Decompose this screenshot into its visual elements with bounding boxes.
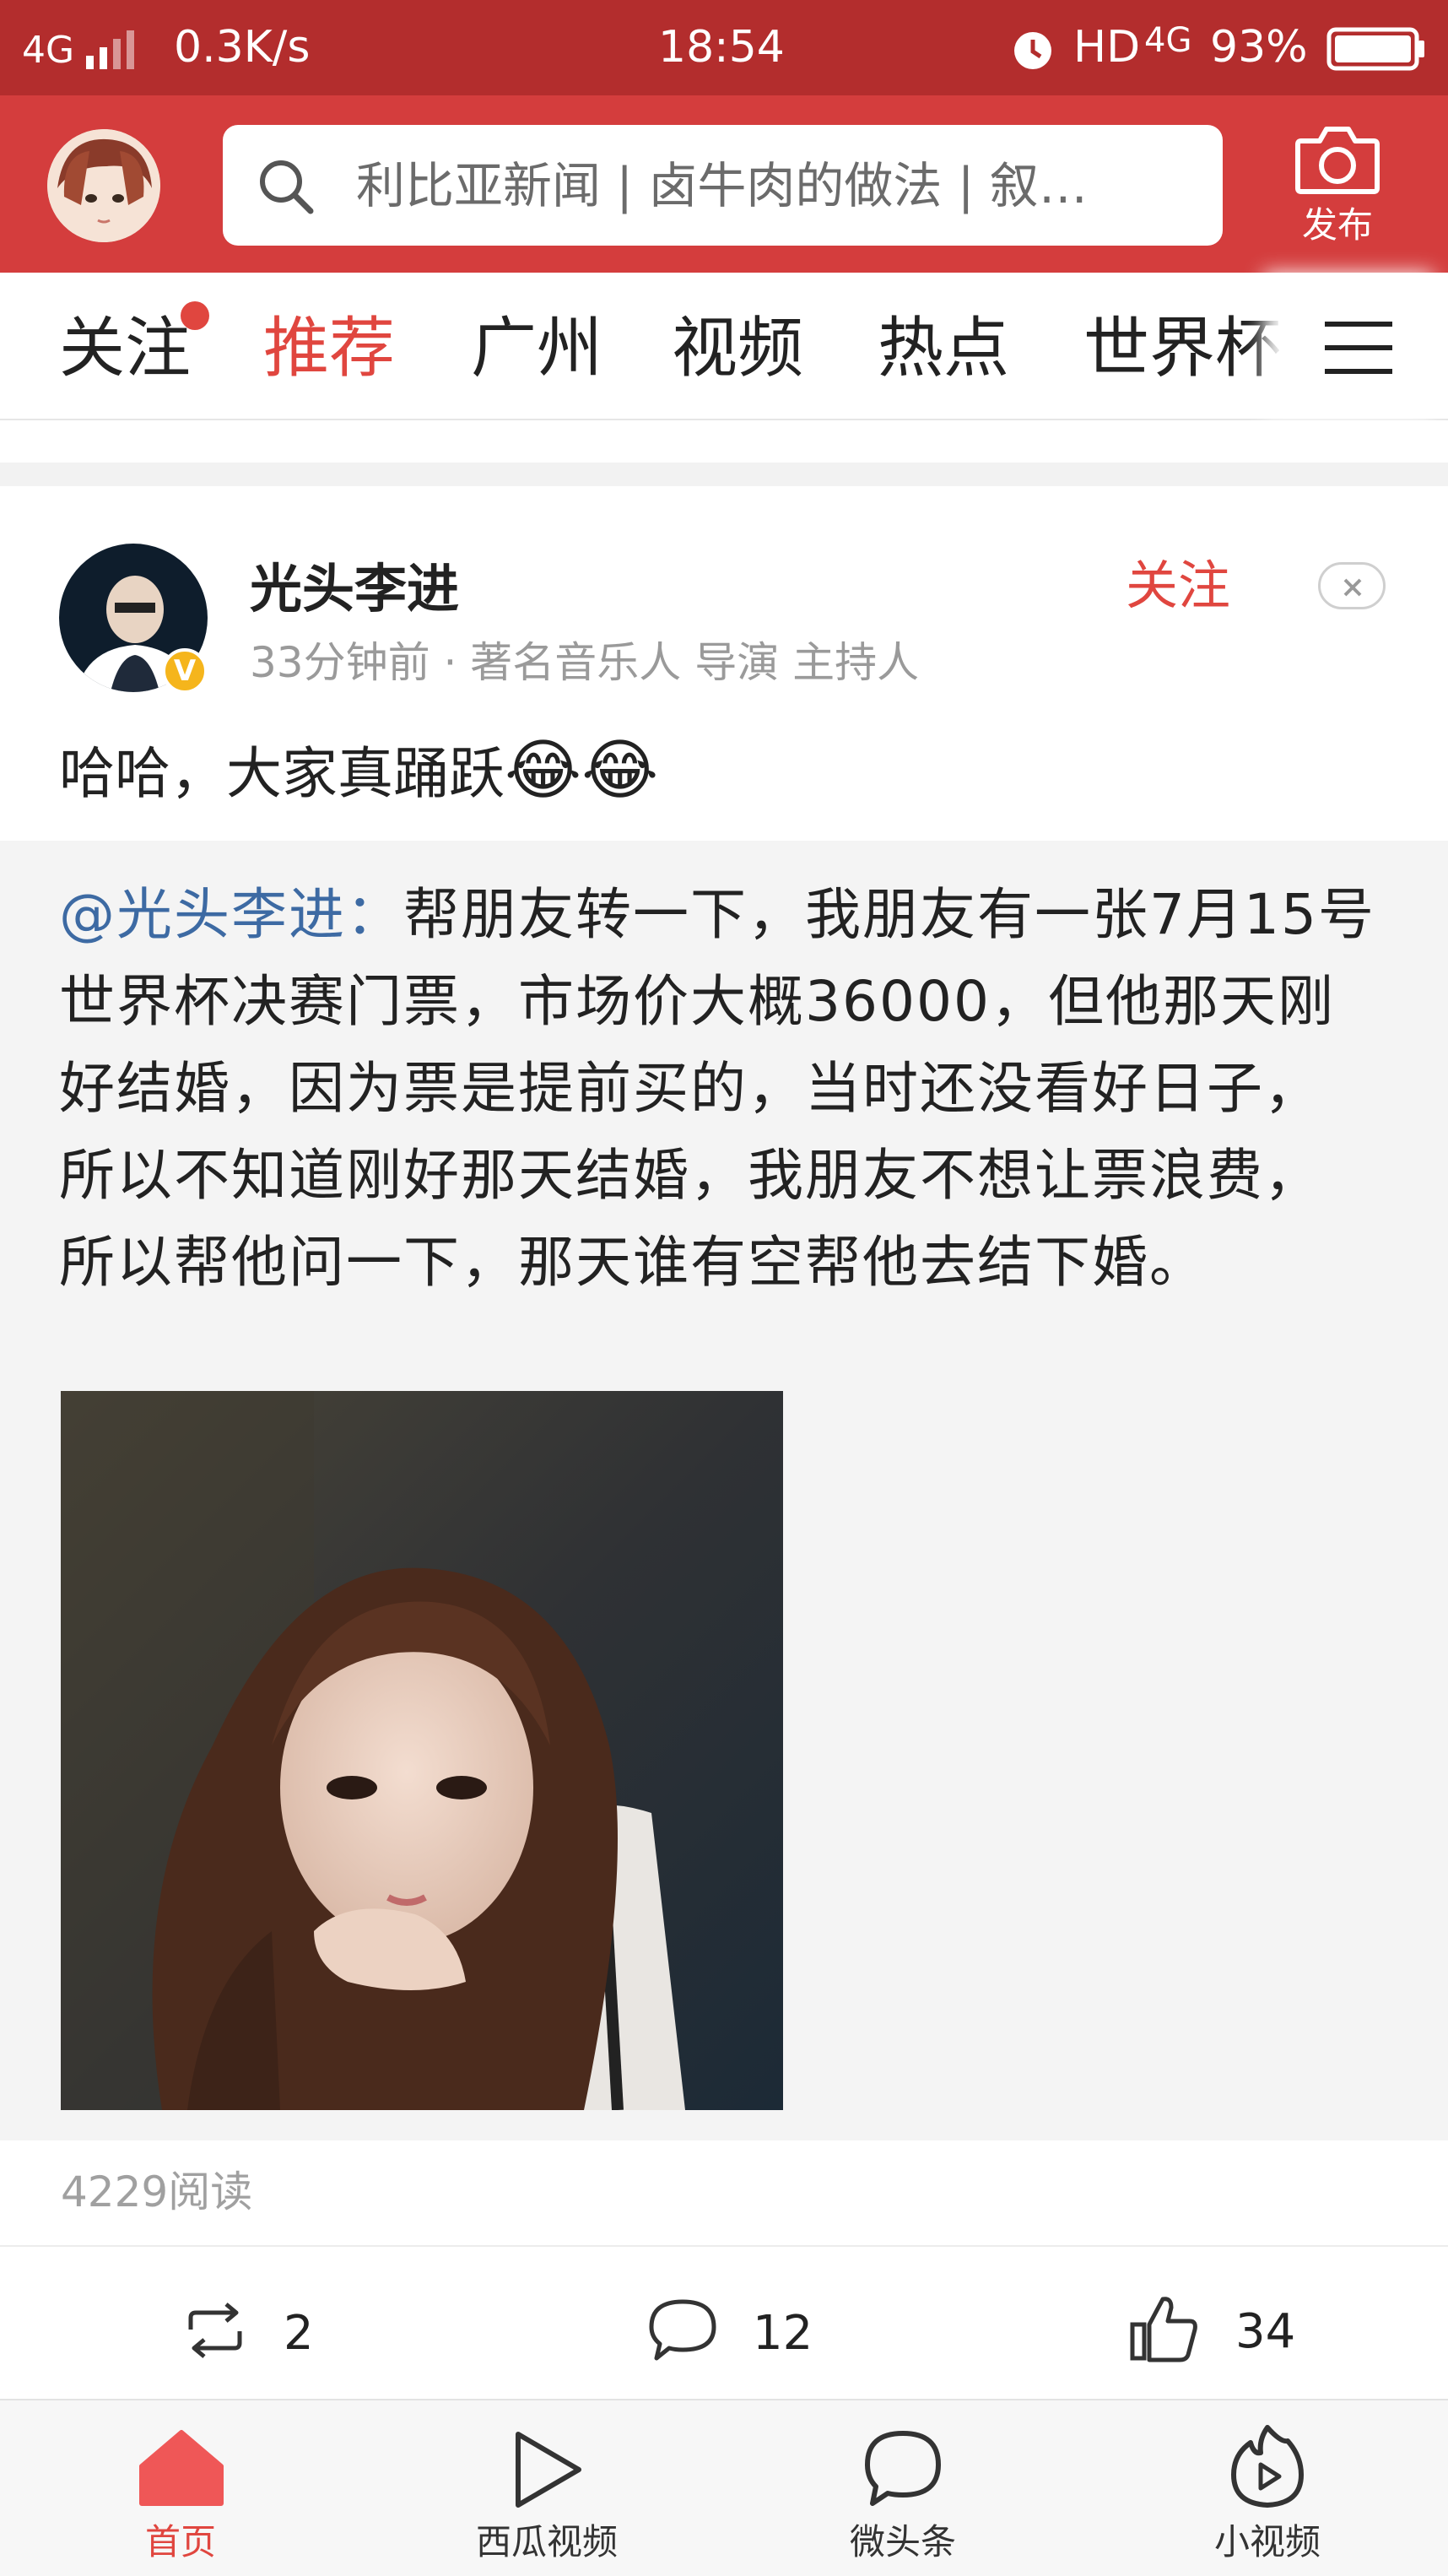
tab-world-cup[interactable]: 世界杯 — [1083, 306, 1281, 391]
nav-weitoutiao[interactable]: 微头条 — [793, 2400, 1013, 2576]
post-meta: 33分钟前 · 著名音乐人 导演 主持人 — [250, 638, 920, 687]
chat-icon — [865, 2431, 941, 2506]
post-text-row: 哈哈，大家真踊跃😂😂 — [59, 724, 658, 817]
like-button[interactable]: 34 — [1129, 2294, 1315, 2365]
search-placeholder: 利比亚新闻 | 卤牛肉的做法 | 叙… — [356, 157, 1088, 214]
network-speed: 0.3K/s — [174, 22, 311, 73]
nav-home-label: 首页 — [144, 2521, 216, 2562]
network-type: 4G — [22, 29, 75, 72]
comment-count: 12 — [753, 2306, 813, 2361]
camera-icon — [1295, 127, 1380, 194]
signal-icon — [86, 30, 134, 69]
search-box[interactable]: 利比亚新闻 | 卤牛肉的做法 | 叙… — [223, 125, 1223, 246]
channel-tabs: 关注 推荐 广州 视频 热点 世界杯 — [0, 273, 1448, 420]
close-icon — [1343, 578, 1362, 597]
post-action-bar: 2 12 34 — [0, 2247, 1448, 2399]
read-count: 4229阅读 — [61, 2167, 253, 2216]
notification-dot — [181, 301, 209, 330]
alarm-icon — [1014, 32, 1051, 69]
search-icon — [260, 160, 314, 214]
tab-hot[interactable]: 热点 — [878, 306, 1009, 391]
repost-mention[interactable]: @光头李进： — [59, 882, 403, 947]
play-icon — [516, 2432, 581, 2508]
tab-video[interactable]: 视频 — [672, 306, 803, 391]
repost-block[interactable]: @光头李进：帮朋友转一下，我朋友有一张7月15号世界杯决赛门票，市场价大概360… — [0, 841, 1448, 2140]
dismiss-button[interactable] — [1318, 562, 1386, 609]
tab-recommended[interactable]: 推荐 — [263, 306, 395, 391]
author-avatar[interactable]: V — [59, 544, 211, 695]
avatar-icon — [47, 129, 160, 242]
repost-image[interactable] — [61, 1391, 783, 2110]
comment-button[interactable]: 12 — [648, 2297, 834, 2365]
home-icon — [139, 2430, 224, 2506]
flame-play-icon — [1231, 2425, 1304, 2508]
publish-label: 发布 — [1301, 204, 1373, 246]
network-type-right: 4G — [1144, 21, 1192, 60]
battery-percent: 93% — [1210, 22, 1308, 73]
repost-button[interactable]: 2 — [186, 2297, 354, 2365]
nav-weitoutiao-label: 微头条 — [849, 2521, 956, 2562]
comment-icon — [649, 2299, 716, 2361]
author-name[interactable]: 光头李进 — [250, 555, 459, 623]
tab-guangzhou[interactable]: 广州 — [471, 306, 602, 391]
laughing-emoji: 😂😂 — [505, 733, 659, 809]
menu-icon[interactable] — [1323, 318, 1396, 377]
like-icon — [1130, 2297, 1197, 2362]
status-bar: 4G 0.3K/s 18:54 HD 4G 93% — [0, 0, 1448, 95]
verified-badge: V — [162, 648, 208, 694]
repost-body: @光头李进：帮朋友转一下，我朋友有一张7月15号世界杯决赛门票，市场价大概360… — [59, 871, 1375, 1306]
repost-count: 2 — [284, 2306, 314, 2361]
portrait-photo — [61, 1391, 783, 2110]
user-avatar[interactable] — [47, 129, 160, 242]
nav-short-video[interactable]: 小视频 — [1158, 2400, 1377, 2576]
clock: 18:54 — [658, 22, 785, 73]
nav-xigua-label: 西瓜视频 — [475, 2521, 618, 2562]
battery-icon — [1326, 27, 1424, 71]
nav-xigua-video[interactable]: 西瓜视频 — [437, 2400, 656, 2576]
follow-button[interactable]: 关注 — [1126, 552, 1230, 620]
app-header: 利比亚新闻 | 卤牛肉的做法 | 叙… 发布 — [0, 95, 1448, 273]
hd-indicator: HD — [1073, 22, 1141, 73]
publish-button[interactable]: 发布 — [1283, 121, 1392, 256]
feed-separator — [0, 463, 1448, 486]
bottom-nav: 首页 西瓜视频 微头条 小视频 — [0, 2399, 1448, 2576]
like-count: 34 — [1235, 2304, 1296, 2359]
nav-home[interactable]: 首页 — [71, 2400, 290, 2576]
tab-following[interactable]: 关注 — [59, 306, 191, 391]
repost-icon — [188, 2303, 242, 2358]
nav-short-video-label: 小视频 — [1213, 2521, 1321, 2562]
post-text: 哈哈，大家真踊跃 — [59, 741, 505, 806]
